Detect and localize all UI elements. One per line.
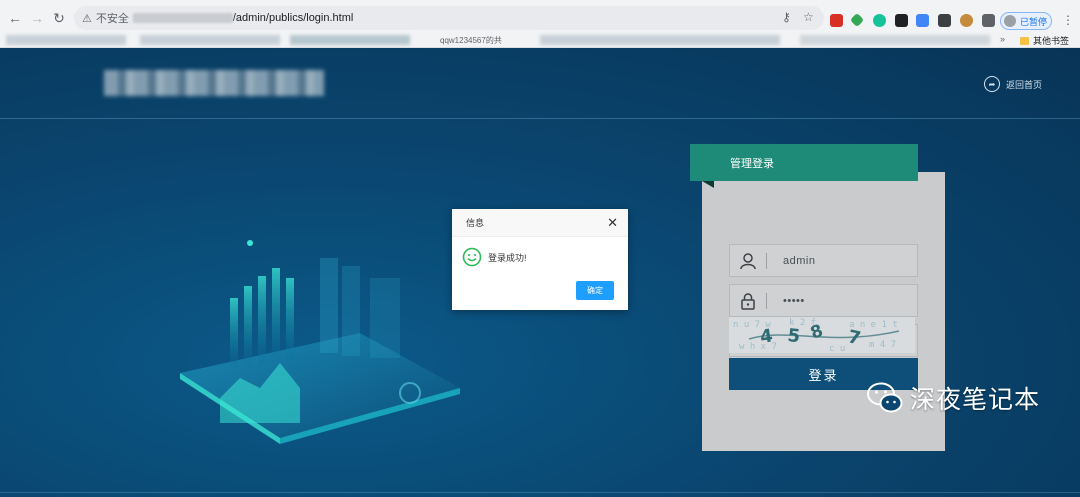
dialog-header: 信息 ✕ <box>452 209 628 237</box>
password-value[interactable]: ••••• <box>783 295 805 307</box>
bookmark-item[interactable] <box>540 35 780 45</box>
wechat-icon <box>867 382 903 413</box>
url-path: /admin/publics/login.html <box>232 12 354 24</box>
site-logo <box>104 70 324 96</box>
login-tag-fold <box>702 181 714 188</box>
watermark-text: 深夜笔记本 <box>910 385 1041 414</box>
browser-toolbar: ← → ↻ ⚠ 不安全 /admin/publics/login.html ⚷ … <box>0 4 1080 32</box>
close-icon[interactable]: ✕ <box>607 215 618 231</box>
bookmarks-bar: qqw1234567的共 » 其他书签 <box>0 32 1080 48</box>
key-icon[interactable]: ⚷ <box>782 10 791 24</box>
home-link-label: 返回首页 <box>1006 79 1043 90</box>
smile-icon <box>462 247 482 267</box>
warning-icon: ⚠ <box>82 12 92 25</box>
bookmark-star-icon[interactable]: ☆ <box>803 10 814 24</box>
avatar <box>1004 15 1016 27</box>
svg-text:m 4 7: m 4 7 <box>869 340 896 350</box>
bookmark-item[interactable] <box>6 35 126 45</box>
dialog-message: 登录成功! <box>488 252 527 263</box>
lock-icon <box>730 285 766 316</box>
bookmark-item[interactable] <box>800 35 990 45</box>
user-icon <box>730 245 766 276</box>
svg-text:c u: c u <box>829 344 845 353</box>
folder-icon <box>1020 36 1029 45</box>
extension-icon[interactable] <box>916 14 929 27</box>
dashboard-illustration <box>180 240 460 444</box>
insecure-label: 不安全 <box>95 13 129 25</box>
field-separator <box>766 292 767 309</box>
menu-icon[interactable]: ⋮ <box>1062 13 1074 27</box>
password-field[interactable]: ••••• <box>729 284 918 317</box>
ok-button[interactable]: 确定 <box>576 281 614 300</box>
extension-icon[interactable] <box>895 14 908 27</box>
field-separator <box>766 252 767 269</box>
back-icon[interactable]: ← <box>4 7 26 29</box>
login-tag: 管理登录 <box>690 144 918 181</box>
profile-paused-button[interactable]: 已暂停 <box>1000 12 1052 30</box>
footer-divider <box>0 492 1080 493</box>
info-dialog: 信息 ✕ 登录成功! 确定 <box>452 209 628 310</box>
cookie-icon[interactable] <box>960 14 973 27</box>
more-bookmarks-icon[interactable]: » <box>1000 34 1005 44</box>
browser-chrome: ← → ↻ ⚠ 不安全 /admin/publics/login.html ⚷ … <box>0 0 1080 48</box>
adblock-extension-icon[interactable] <box>830 14 843 27</box>
dialog-body: 登录成功! <box>452 237 628 267</box>
extension-icon[interactable] <box>938 14 951 27</box>
dialog-title: 信息 <box>466 218 485 228</box>
watermark: 深夜笔记本 <box>866 380 1040 416</box>
home-link[interactable]: ➦ 返回首页 <box>984 76 1042 92</box>
bookmark-item[interactable]: qqw1234567的共 <box>440 35 502 46</box>
extension-icon[interactable] <box>849 12 865 28</box>
bookmark-item[interactable] <box>140 35 280 45</box>
paused-label: 已暂停 <box>1020 16 1048 27</box>
reload-icon[interactable]: ↻ <box>48 7 70 29</box>
username-field[interactable]: admin <box>729 244 918 277</box>
return-arrow-icon: ➦ <box>984 76 1000 92</box>
other-bookmarks-label: 其他书签 <box>1033 36 1070 46</box>
bookmark-item[interactable] <box>290 35 410 45</box>
puzzle-icon[interactable] <box>982 14 995 27</box>
forward-icon[interactable]: → <box>26 7 48 29</box>
address-bar[interactable]: ⚠ 不安全 /admin/publics/login.html <box>74 6 824 30</box>
other-bookmarks-folder[interactable]: 其他书签 <box>1020 34 1069 47</box>
grammarly-icon[interactable] <box>873 14 886 27</box>
header-divider <box>0 118 1080 119</box>
captcha-image[interactable]: n u 7 wk 2 fa n e 1 t w h x 7m 4 7c u 4 … <box>729 317 915 353</box>
redacted-host <box>132 13 233 23</box>
username-value[interactable]: admin <box>783 255 815 267</box>
